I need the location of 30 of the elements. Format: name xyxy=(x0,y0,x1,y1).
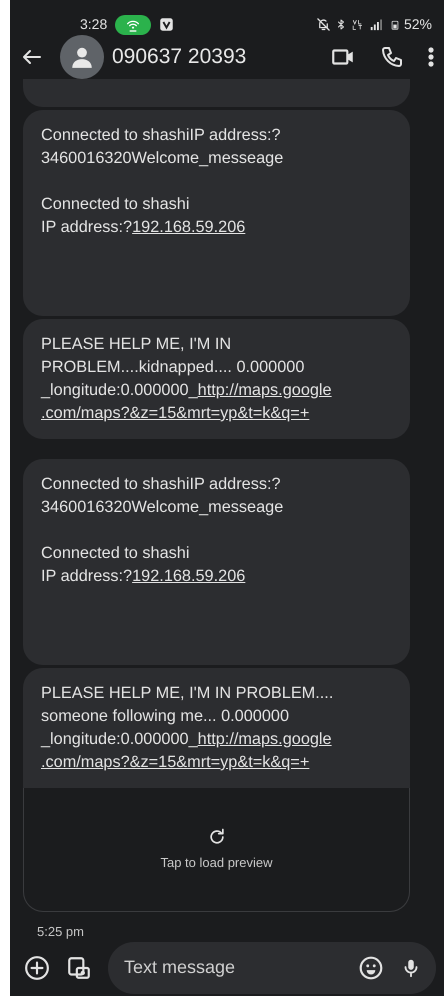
message-link[interactable]: 192.168.59.206 xyxy=(132,567,246,585)
message-text: Connected to shashiIP address:? 3460016320Welcome_messeage xyxy=(41,474,284,518)
message-link[interactable]: http://maps.google xyxy=(198,730,332,748)
contact-name: 090637 20393 xyxy=(112,44,248,70)
more-menu-button[interactable] xyxy=(428,45,434,69)
emoji-button[interactable] xyxy=(358,954,384,980)
volte-icon xyxy=(350,17,364,32)
message-link[interactable]: http://maps.google xyxy=(198,381,332,399)
app-notification-icon xyxy=(159,17,174,32)
link-preview-card[interactable]: Tap to load preview xyxy=(23,788,410,912)
status-time: 3:28 xyxy=(80,15,108,34)
avatar-icon xyxy=(60,35,104,79)
message-text: Connected to shashiIP address:? 3460016320Welcome_messeage xyxy=(41,125,284,169)
message-text: PLEASE HELP ME, I'M IN PROBLEM.... someone following me... 0.000000 _longitude:0.000000_http://maps.google .com/maps?&z=15&mrt=yp&t=k&q=+ xyxy=(41,683,334,773)
message-link[interactable]: .com/maps?&z=15&mrt=yp&t=k&q=+ xyxy=(41,753,310,771)
preview-label: Tap to load preview xyxy=(160,854,272,872)
hotspot-icon xyxy=(115,14,152,34)
message-field[interactable]: Text message xyxy=(108,942,436,994)
message-text: Connected to shashi IP address:?192.168.59.206 xyxy=(41,194,246,238)
message-link[interactable]: .com/maps?&z=15&mrt=yp&t=k&q=+ xyxy=(41,404,310,422)
muted-bell-icon xyxy=(316,17,331,32)
message-input[interactable]: Text message xyxy=(122,953,358,982)
add-button[interactable] xyxy=(24,954,50,980)
gallery-camera-button[interactable] xyxy=(66,954,92,980)
battery-percent: 52% xyxy=(404,15,432,34)
message-text: PLEASE HELP ME, I'M IN PROBLEM....kidnapped.... 0.000000 _longitude:0.000000_http://maps.google .com/maps?&z=15&mrt=yp&t=k&q=+ xyxy=(41,334,333,424)
message-text: Connected to shashi IP address:?192.168.59.206 xyxy=(41,543,246,587)
phone-call-button[interactable] xyxy=(380,45,404,69)
message-time: 5:25 pm xyxy=(36,923,85,941)
message-link[interactable]: 192.168.59.206 xyxy=(132,218,246,236)
